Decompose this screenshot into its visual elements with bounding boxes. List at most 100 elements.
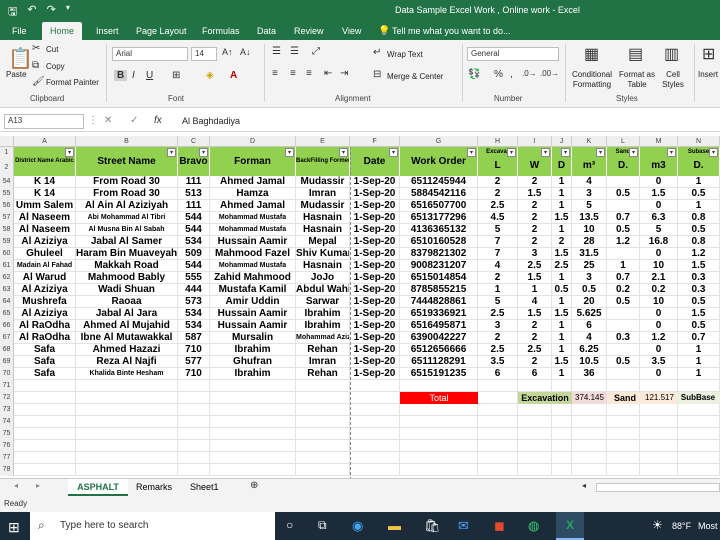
table-cell[interactable]: 13.5 bbox=[572, 212, 607, 224]
table-cell[interactable]: 4.5 bbox=[478, 212, 518, 224]
table-cell[interactable]: 1 bbox=[678, 176, 720, 188]
table-cell[interactable]: K 14 bbox=[14, 176, 76, 188]
table-cell[interactable]: 3.5 bbox=[640, 356, 678, 368]
empty-cell[interactable] bbox=[607, 428, 640, 440]
empty-cell[interactable] bbox=[552, 416, 572, 428]
column-header-d[interactable]: D bbox=[210, 136, 296, 147]
table-cell[interactable]: 1-Sep-20 bbox=[350, 308, 400, 320]
align-top-icon[interactable]: ☰ bbox=[272, 46, 281, 57]
empty-cell[interactable] bbox=[76, 380, 178, 392]
table-cell[interactable]: 1 bbox=[607, 260, 640, 272]
table-cell[interactable]: 1.5 bbox=[678, 260, 720, 272]
empty-cell[interactable] bbox=[478, 416, 518, 428]
tab-page-layout[interactable]: Page Layout bbox=[136, 26, 187, 36]
table-cell[interactable]: 8379821302 bbox=[400, 248, 478, 260]
empty-cell[interactable] bbox=[350, 428, 400, 440]
table-cell[interactable]: 1.5 bbox=[552, 212, 572, 224]
filter-dropdown-icon[interactable]: ▾ bbox=[389, 148, 398, 157]
table-cell[interactable]: 6516495871 bbox=[400, 320, 478, 332]
table-cell[interactable]: 513 bbox=[178, 188, 210, 200]
empty-cell[interactable] bbox=[572, 452, 607, 464]
row-header[interactable]: 68 bbox=[0, 344, 14, 356]
table-cell[interactable]: Ghufran bbox=[210, 356, 296, 368]
empty-cell[interactable] bbox=[678, 404, 720, 416]
shrink-font-icon[interactable]: A↓ bbox=[240, 47, 251, 57]
table-cell[interactable]: 3 bbox=[572, 272, 607, 284]
empty-cell[interactable] bbox=[552, 452, 572, 464]
tab-formulas[interactable]: Formulas bbox=[202, 26, 240, 36]
filter-dropdown-icon[interactable]: ▾ bbox=[167, 148, 176, 157]
filter-dropdown-icon[interactable]: ▾ bbox=[709, 148, 718, 157]
row-header[interactable]: 70 bbox=[0, 368, 14, 380]
save-icon[interactable]: 🖫 bbox=[8, 3, 17, 22]
table-cell[interactable]: Hasnain bbox=[296, 260, 350, 272]
empty-cell[interactable] bbox=[640, 404, 678, 416]
table-cell[interactable]: 0 bbox=[640, 320, 678, 332]
scroll-tabs-left-icon[interactable]: ◂ bbox=[14, 481, 18, 490]
table-cell[interactable]: 6 bbox=[518, 368, 552, 380]
empty-cell[interactable] bbox=[640, 380, 678, 392]
empty-cell[interactable] bbox=[572, 440, 607, 452]
taskbar-search-box[interactable]: ⌕ Type here to search bbox=[30, 512, 275, 540]
edge-icon[interactable]: ◉ bbox=[352, 518, 363, 534]
table-cell[interactable]: Rehan bbox=[296, 344, 350, 356]
table-cell[interactable]: From Road 30 bbox=[76, 188, 178, 200]
align-middle-icon[interactable]: ☰ bbox=[290, 46, 299, 57]
empty-cell[interactable] bbox=[478, 380, 518, 392]
format-as-table-icon[interactable]: ▤ bbox=[628, 44, 643, 64]
empty-cell[interactable] bbox=[478, 428, 518, 440]
row-header[interactable]: 66 bbox=[0, 320, 14, 332]
filter-dropdown-icon[interactable]: ▾ bbox=[667, 148, 676, 157]
tab-review[interactable]: Review bbox=[294, 26, 324, 36]
table-cell[interactable]: 544 bbox=[178, 212, 210, 224]
table-cell[interactable]: Ghuleel bbox=[14, 248, 76, 260]
table-cell[interactable]: 1 bbox=[552, 224, 572, 236]
filter-dropdown-icon[interactable]: ▾ bbox=[339, 148, 348, 157]
table-cell[interactable]: 1 bbox=[552, 188, 572, 200]
tab-data[interactable]: Data bbox=[257, 26, 276, 36]
row-header[interactable]: 2 bbox=[0, 159, 14, 176]
row-header[interactable]: 72 bbox=[0, 392, 14, 404]
cell-styles-icon[interactable]: ▥ bbox=[664, 44, 679, 64]
table-cell[interactable]: 1 bbox=[552, 272, 572, 284]
empty-cell[interactable] bbox=[607, 464, 640, 476]
row-header[interactable]: 62 bbox=[0, 272, 14, 284]
format-painter-icon[interactable]: 🖌 bbox=[32, 76, 45, 87]
table-cell[interactable]: 1.2 bbox=[607, 236, 640, 248]
merge-center-button[interactable]: Merge & Center bbox=[387, 72, 443, 81]
table-cell[interactable]: 6390042227 bbox=[400, 332, 478, 344]
table-cell[interactable] bbox=[607, 320, 640, 332]
empty-cell[interactable] bbox=[296, 440, 350, 452]
table-cell[interactable]: 10 bbox=[640, 260, 678, 272]
table-cell[interactable]: 0 bbox=[640, 200, 678, 212]
sheet-tab-sheet1[interactable]: Sheet1 bbox=[190, 482, 219, 492]
wrap-text-icon[interactable]: ↵ bbox=[373, 47, 381, 58]
table-cell[interactable]: 0.7 bbox=[607, 212, 640, 224]
empty-cell[interactable] bbox=[678, 380, 720, 392]
table-cell[interactable]: 2 bbox=[518, 224, 552, 236]
table-cell[interactable]: 5 bbox=[572, 200, 607, 212]
empty-cell[interactable] bbox=[400, 380, 478, 392]
undo-icon[interactable]: ↶ bbox=[27, 3, 36, 22]
align-center-icon[interactable]: ≡ bbox=[290, 68, 296, 79]
table-cell[interactable]: 1.5 bbox=[552, 248, 572, 260]
table-cell[interactable]: From Road 30 bbox=[76, 176, 178, 188]
table-cell[interactable]: 509 bbox=[178, 248, 210, 260]
increase-decimal-icon[interactable]: .0→ bbox=[522, 69, 537, 78]
empty-cell[interactable] bbox=[178, 464, 210, 476]
table-cell[interactable]: 1 bbox=[552, 344, 572, 356]
table-cell[interactable]: 2 bbox=[518, 236, 552, 248]
table-cell[interactable]: Shiv Kumar bbox=[296, 248, 350, 260]
tab-home[interactable]: Home bbox=[42, 22, 83, 40]
column-header-m[interactable]: M bbox=[640, 136, 678, 147]
worksheet-grid[interactable]: A B C D E F G H I J K L M N 1 2 District Name Arabic Stre… bbox=[0, 136, 720, 480]
empty-cell[interactable] bbox=[350, 464, 400, 476]
table-cell[interactable]: Ibrahim bbox=[210, 344, 296, 356]
table-cell[interactable]: 28 bbox=[572, 236, 607, 248]
table-cell[interactable]: 3 bbox=[572, 188, 607, 200]
merge-center-icon[interactable]: ⊟ bbox=[373, 69, 381, 80]
comma-style-icon[interactable]: , bbox=[510, 69, 513, 80]
paste-icon[interactable]: 📋 bbox=[8, 46, 33, 71]
empty-cell[interactable] bbox=[296, 404, 350, 416]
table-cell[interactable]: 2.5 bbox=[518, 344, 552, 356]
